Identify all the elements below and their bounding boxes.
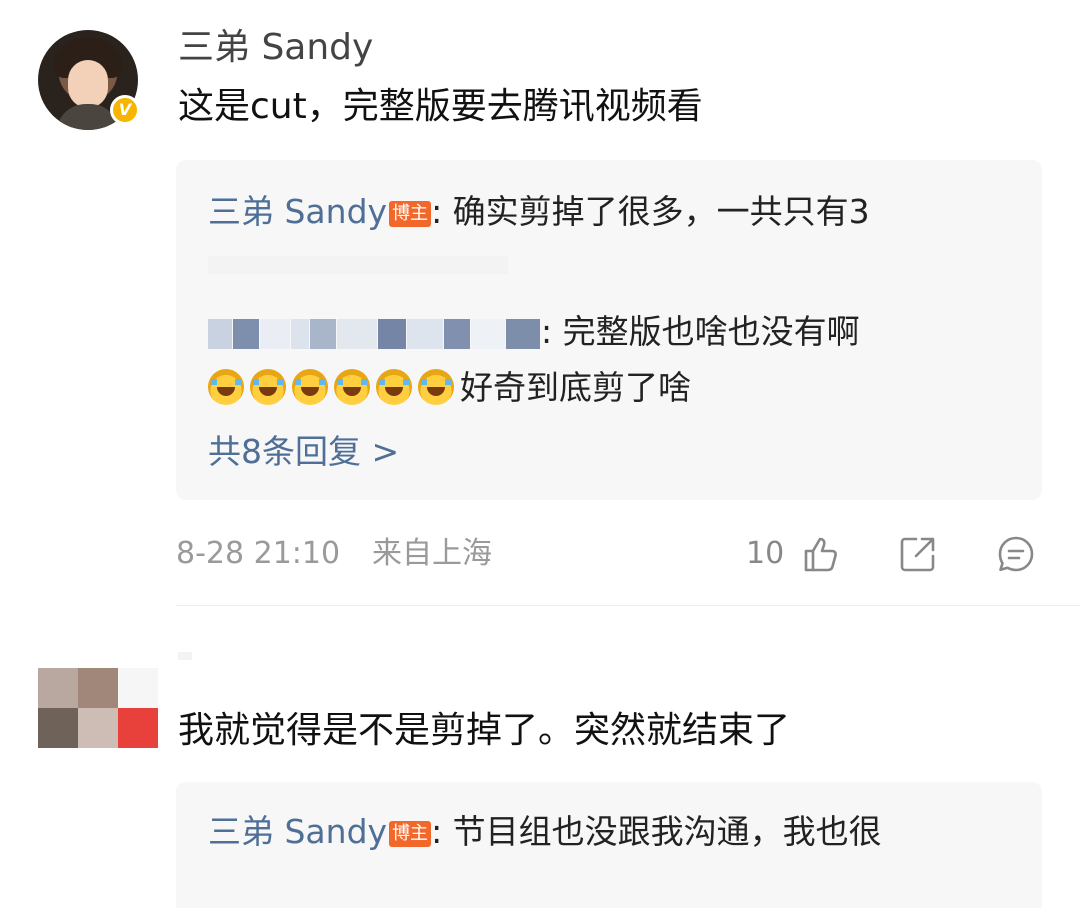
reply-text: : 节目组也没跟我沟通，我也很 [431,812,882,851]
laugh-cry-emoji-icon [418,369,454,405]
reply-text-after-emoji: 好奇到底剪了啥 [460,368,691,407]
blurred-username[interactable] [208,316,541,350]
laugh-cry-emoji-icon [208,369,244,405]
share-icon[interactable] [898,534,938,574]
reply-text: : 确实剪掉了很多，一共只有3 [431,192,870,231]
divider [176,605,1080,606]
comment-text: 我就觉得是不是剪掉了。突然就结束了 [178,710,791,751]
verified-badge-icon: V [110,95,140,125]
reply-username[interactable]: 三弟 Sandy [208,812,387,851]
reply-item: : 完整版也啥也没有啊 [208,310,860,354]
reply-item: 三弟 Sandy 博主: 确实剪掉了很多，一共只有3 [208,190,870,234]
blurred-content [208,256,508,274]
reply-item-continued: 好奇到底剪了啥 [208,366,691,410]
comment-username[interactable]: 三弟 Sandy [178,26,373,70]
reply-text: : 完整版也啥也没有啊 [541,312,860,351]
laugh-cry-emoji-icon [250,369,286,405]
blogger-badge: 博主 [389,201,432,227]
comment-text: 这是cut，完整版要去腾讯视频看 [178,86,703,127]
blogger-badge: 博主 [389,821,432,847]
more-replies-link[interactable]: 共8条回复 > [208,430,399,474]
like-count: 10 [746,536,785,571]
laugh-cry-emoji-icon [376,369,412,405]
reply-item: 三弟 Sandy 博主: 节目组也没跟我沟通，我也很 [208,810,882,854]
comment-location: 来自上海 [372,536,492,571]
laugh-cry-emoji-icon [292,369,328,405]
thumbs-up-icon[interactable] [800,534,840,574]
comment-icon[interactable] [996,534,1036,574]
blurred-avatar[interactable] [38,668,158,748]
comment-timestamp: 8-28 21:10 [176,536,341,571]
blurred-username[interactable] [178,652,192,660]
reply-box[interactable]: 三弟 Sandy 博主: 节目组也没跟我沟通，我也很 [176,782,1042,908]
reply-box[interactable]: 三弟 Sandy 博主: 确实剪掉了很多，一共只有3 : 完整版也啥也没有啊 好奇… [176,160,1042,500]
laugh-cry-emoji-icon [334,369,370,405]
reply-username[interactable]: 三弟 Sandy [208,192,387,231]
